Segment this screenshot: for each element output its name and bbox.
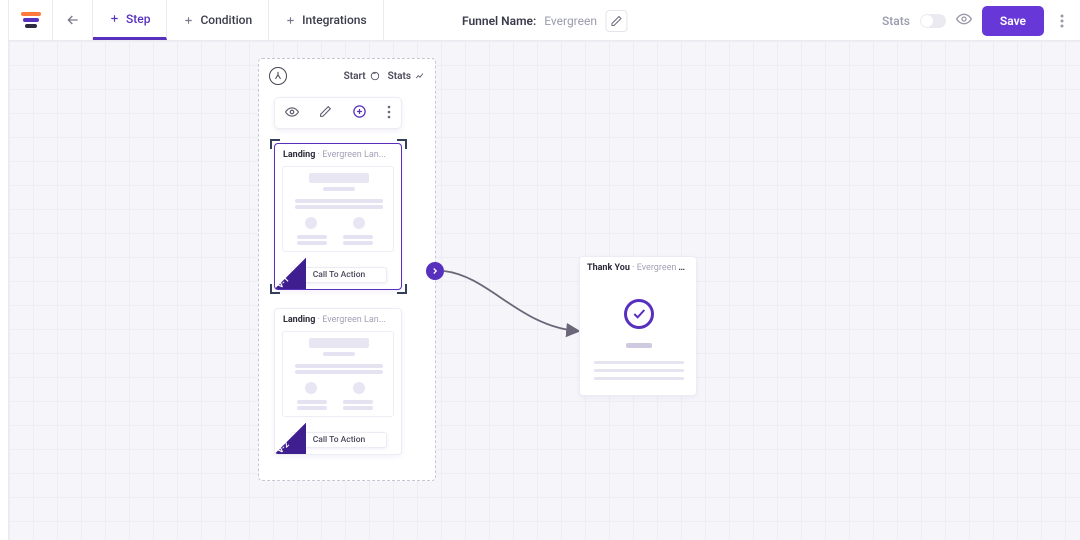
funnel-name-area: Funnel Name: Evergreen [462,0,627,41]
variant-title: Landing · Evergreen Lan... [275,309,401,329]
plus-icon [109,13,120,24]
connection-arrow [439,266,589,341]
topbar: Step Condition Integrations Funnel Name:… [9,0,1080,41]
add-variant-icon[interactable] [352,104,367,122]
start-button[interactable]: Start [344,71,380,82]
tab-integrations-label: Integrations [302,13,367,27]
funnel-name-label: Funnel Name: [462,14,536,28]
canvas[interactable]: Start Stats [9,41,1080,540]
connector-node[interactable] [426,262,444,280]
stats-toggle-label: Stats [882,14,910,28]
edit-funnel-name-button[interactable] [605,10,627,32]
tab-condition[interactable]: Condition [167,0,269,40]
more-menu-button[interactable] [1054,14,1070,28]
stats-button[interactable]: Stats [388,71,425,82]
variant-badge: V-1 [274,258,306,290]
back-button[interactable] [53,0,93,40]
variant-badge: V-2 [274,423,306,455]
tab-integrations[interactable]: Integrations [269,0,384,40]
stats-toggle[interactable] [920,14,946,28]
tab-step[interactable]: Step [93,0,167,40]
save-button[interactable]: Save [982,6,1044,36]
plus-icon [183,15,194,26]
target-card[interactable]: Thank You · Evergreen Tha... [579,256,697,396]
edit-icon[interactable] [319,105,332,121]
tab-step-label: Step [126,12,150,26]
ab-test-icon [269,67,287,85]
page-preview [282,166,394,252]
brand-logo[interactable] [9,0,53,40]
preview-button[interactable] [956,11,972,30]
target-title: Thank You · Evergreen Tha... [580,257,696,275]
step-container[interactable]: Start Stats [258,58,436,481]
variant-card-2[interactable]: Landing · Evergreen Lan... Call To Actio… [274,308,402,455]
funnel-name-value: Evergreen [544,14,597,28]
plus-icon [285,15,296,26]
step-header: Start Stats [259,59,435,93]
variant-toolbar [274,97,402,129]
variant-title: Landing · Evergreen Lan... [275,144,401,164]
variant-card-1[interactable]: Landing · Evergreen Lan... Call To Actio… [274,143,402,290]
tab-condition-label: Condition [200,13,252,27]
topbar-right: Stats Save [882,0,1080,41]
view-icon[interactable] [285,105,299,122]
page-preview [282,331,394,417]
more-icon[interactable] [387,105,391,122]
checkmark-icon [624,299,654,329]
